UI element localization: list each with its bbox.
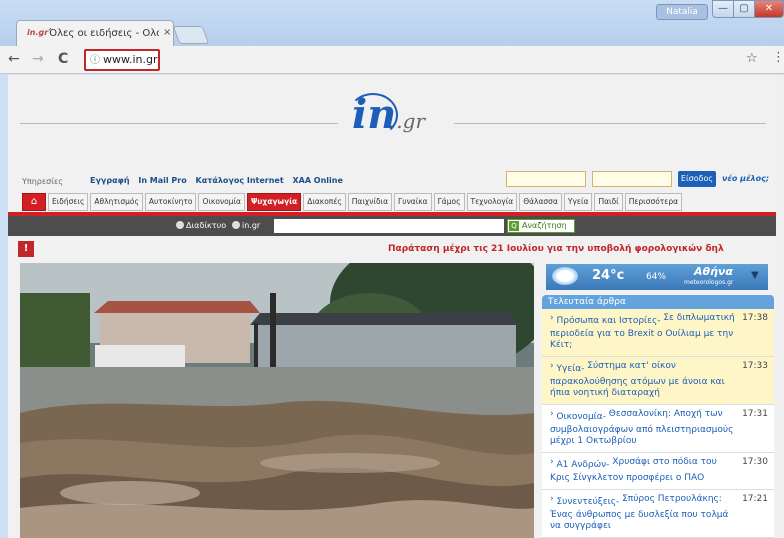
- header-divider-left: [20, 123, 338, 124]
- service-link[interactable]: ΧΑΑ Online: [292, 176, 342, 185]
- browser-toolbar: ← → C ⓘ www.in.gr ☆ ⋮: [0, 46, 784, 74]
- page-scrollbar[interactable]: [776, 75, 784, 538]
- ticker-text[interactable]: Παράταση μέχρι τις 21 Ιουλίου για την υπ…: [388, 244, 724, 254]
- service-link[interactable]: In Mail Pro: [138, 176, 186, 185]
- tab-category[interactable]: Γυναίκα: [394, 193, 432, 211]
- list-item[interactable]: › Α1 Ανδρών- Χρυσάφι στο πόδια του Κρις …: [542, 453, 774, 490]
- tab-category[interactable]: Αυτοκίνητο: [144, 193, 197, 211]
- radio-icon: [232, 221, 240, 229]
- favicon-icon: in.gr: [27, 28, 49, 37]
- service-link[interactable]: Κατάλογος Internet: [196, 176, 284, 185]
- weather-widget[interactable]: 24°c 64% Αθήνα meteorologos.gr ▼: [546, 264, 768, 290]
- category-nav: ⌂ Ειδήσεις Αθλητισμός Αυτοκίνητο Οικονομία Ψυ…: [22, 193, 776, 214]
- tab-category[interactable]: Περισσότερα: [624, 193, 683, 211]
- url-text: www.in.gr: [103, 53, 158, 66]
- new-member-link[interactable]: νέο μέλος;: [722, 174, 769, 183]
- info-icon[interactable]: ⓘ: [90, 55, 100, 66]
- alert-icon: !: [18, 241, 34, 257]
- tab-category[interactable]: Παιχνίδια: [347, 193, 393, 211]
- browser-window: in.gr Όλες οι ειδήσεις - ΟλοκΛ × Natalia…: [0, 0, 784, 538]
- site-search-bar: Διαδίκτυο in.gr Q Αναζήτηση: [8, 216, 776, 236]
- tab-category[interactable]: Οικονομία: [198, 193, 245, 211]
- tab-category[interactable]: Υγεία: [563, 193, 593, 211]
- radio-web[interactable]: Διαδίκτυο: [176, 221, 226, 230]
- tab-category-active[interactable]: Ψυχαγωγία: [246, 193, 302, 211]
- tab-category[interactable]: Γάμος: [433, 193, 465, 211]
- browser-tab[interactable]: in.gr Όλες οι ειδήσεις - ΟλοκΛ ×: [16, 20, 174, 46]
- tab-category[interactable]: Παιδί: [594, 193, 623, 211]
- tab-category[interactable]: Θάλασσα: [519, 193, 562, 211]
- address-bar[interactable]: ⓘ www.in.gr: [84, 49, 160, 71]
- list-item[interactable]: › Συνεντεύξεις- Σπύρος Πετρουλάκης: Ένας…: [542, 490, 774, 538]
- chevron-down-icon[interactable]: ▼: [751, 270, 759, 281]
- logo-ring: [348, 93, 398, 137]
- new-tab-button[interactable]: [172, 26, 210, 44]
- forward-icon[interactable]: →: [32, 51, 44, 67]
- services-bar: Υπηρεσίες Εγγραφή In Mail Pro Κατάλογος …: [8, 169, 776, 193]
- home-icon[interactable]: ⌂: [22, 193, 46, 211]
- list-item[interactable]: › Υγεία- Σύστημα κατ' οίκον παρακολούθησ…: [542, 357, 774, 405]
- tab-category[interactable]: Διακοπές: [303, 193, 346, 211]
- weather-city: Αθήνα: [694, 265, 733, 278]
- minimize-button[interactable]: —: [712, 0, 734, 18]
- services-label: Υπηρεσίες: [22, 177, 63, 186]
- username-field[interactable]: [506, 171, 586, 187]
- weather-humidity: 64%: [646, 272, 667, 282]
- site-header: in.gr: [8, 75, 776, 163]
- news-ticker: ! Παράταση μέχρι τις 21 Ιουλίου για την …: [8, 241, 776, 257]
- reload-icon[interactable]: C: [58, 51, 68, 67]
- flood-photo-image: [20, 263, 534, 538]
- tab-category[interactable]: Ειδήσεις: [48, 193, 89, 211]
- header-divider-right: [454, 123, 766, 124]
- search-button[interactable]: Q Αναζήτηση: [507, 219, 575, 233]
- radio-icon: [176, 221, 184, 229]
- latest-articles-heading: Τελευταία άρθρα: [542, 295, 774, 309]
- close-window-button[interactable]: ✕: [754, 0, 784, 18]
- login-button[interactable]: Είσοδος: [678, 171, 716, 187]
- weather-cloud-icon: [552, 267, 578, 285]
- password-field[interactable]: [592, 171, 672, 187]
- service-link[interactable]: Εγγραφή: [90, 176, 130, 185]
- maximize-button[interactable]: ▢: [733, 0, 755, 18]
- browser-menu-icon[interactable]: ⋮: [772, 50, 784, 65]
- bookmark-star-icon[interactable]: ☆: [746, 51, 758, 66]
- list-item[interactable]: › Οικονομία- Θεσσαλονίκη: Αποχή των συμβ…: [542, 405, 774, 453]
- weather-temp: 24°c: [592, 268, 625, 283]
- weather-provider: meteorologos.gr: [684, 279, 734, 286]
- hero-photo[interactable]: [20, 263, 534, 538]
- web-page: in.gr Υπηρεσίες Εγγραφή In Mail Pro Κατά…: [8, 75, 776, 538]
- search-input[interactable]: [274, 219, 504, 233]
- search-icon: Q: [509, 221, 519, 231]
- radio-site[interactable]: in.gr: [232, 221, 260, 230]
- tab-category[interactable]: Αθλητισμός: [90, 193, 143, 211]
- tab-close-icon[interactable]: ×: [163, 27, 171, 38]
- profile-button[interactable]: Natalia: [656, 4, 708, 20]
- back-icon[interactable]: ←: [8, 51, 20, 67]
- tab-title: Όλες οι ειδήσεις - ΟλοκΛ: [49, 28, 159, 39]
- service-links: Εγγραφή In Mail Pro Κατάλογος Internet Χ…: [90, 176, 349, 185]
- tab-category[interactable]: Τεχνολογία: [466, 193, 518, 211]
- title-bar: in.gr Όλες οι ειδήσεις - ΟλοκΛ × Natalia…: [0, 0, 784, 46]
- site-logo[interactable]: in.gr: [348, 91, 425, 138]
- list-item[interactable]: › Πρόσωπα και Ιστορίες- Σε διπλωματική π…: [542, 309, 774, 357]
- latest-articles-list: › Πρόσωπα και Ιστορίες- Σε διπλωματική π…: [542, 309, 774, 538]
